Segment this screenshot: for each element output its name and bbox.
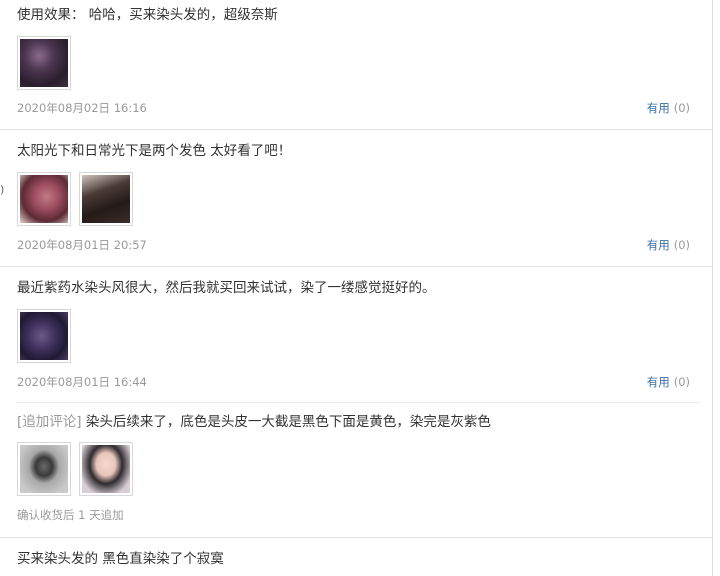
review-images [17,172,133,226]
useful-count: (0) [673,375,690,389]
review-text-body: 哈哈，买来染头发的，超级奈斯 [84,7,278,23]
useful-label: 有用 [646,375,670,389]
review-item: 太阳光下和日常光下是两个发色 太好看了吧！ 2020年08月01日 20:57 … [0,130,712,267]
review-images [17,36,71,90]
useful-button[interactable]: 有用 (0) [647,237,690,253]
review-image-thumb[interactable] [79,172,133,226]
review-item: 最近紫药水染头风很大，然后我就买回来试试，染了一缕感觉挺好的。 2020年08月… [0,267,712,537]
hair-photo [20,39,68,87]
review-image-thumb[interactable] [17,442,71,496]
append-text: [追加评论] 染头后续来了，底色是头皮一大截是黑色下面是黄色，染完是灰紫色 [17,413,491,431]
hair-photo-indoor [82,175,130,223]
append-images [17,442,133,496]
review-image-thumb[interactable] [79,442,133,496]
useful-label: 有用 [646,238,670,252]
review-images [17,309,71,363]
review-date: 2020年08月02日 16:16 [17,101,147,115]
review-image-thumb[interactable] [17,172,71,226]
review-date: 2020年08月01日 16:44 [17,375,147,389]
hair-photo-followup-2 [82,445,130,493]
useful-button[interactable]: 有用 (0) [647,374,690,390]
append-divider [16,402,700,403]
review-text: 最近紫药水染头风很大，然后我就买回来试试，染了一缕感觉挺好的。 [17,280,436,296]
hair-photo-sunlight [20,175,68,223]
append-tag: [追加评论] [17,414,82,430]
review-image-thumb[interactable] [17,36,71,90]
review-text-label: 使用效果： [17,7,85,23]
review-date: 2020年08月01日 20:57 [17,238,147,252]
review-text: 使用效果： 哈哈，买来染头发的，超级奈斯 [17,6,278,24]
scroll-edge [712,0,713,576]
review-text: 太阳光下和日常光下是两个发色 太好看了吧！ [17,143,292,159]
review-image-thumb[interactable] [17,309,71,363]
useful-count: (0) [673,101,690,115]
append-meta: 确认收货后 1 天追加 [17,508,124,522]
hair-photo-followup-1 [20,445,68,493]
append-body: 染头后续来了，底色是头皮一大截是黑色下面是黄色，染完是灰紫色 [81,414,491,430]
useful-label: 有用 [646,101,670,115]
review-item: 使用效果： 哈哈，买来染头发的，超级奈斯 2020年08月02日 16:16 有… [0,0,712,130]
hair-photo-purple [20,312,68,360]
useful-count: (0) [673,238,690,252]
useful-button[interactable]: 有用 (0) [647,100,690,116]
review-item: 买来染头发的 黑色直染染了个寂寞 [0,538,712,576]
review-text: 买来染头发的 黑色直染染了个寂寞 [17,551,224,567]
